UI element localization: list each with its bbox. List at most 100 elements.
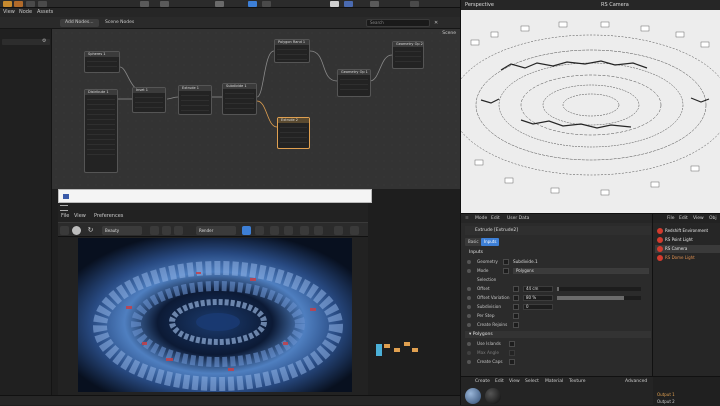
tool-icon[interactable] [344,1,353,7]
viewport-camera[interactable]: RS Camera [601,2,629,8]
render-icon[interactable] [72,226,81,235]
node-spheres[interactable]: Spheres 1 [84,51,120,73]
menu-preferences[interactable]: Preferences [94,213,123,219]
node-distribute[interactable]: Distribute 1 [84,89,118,173]
menu-mode[interactable]: Mode [475,216,487,221]
tool-icon[interactable] [370,1,379,7]
menu-advanced[interactable]: Advanced [625,379,647,384]
offset-variation-input[interactable]: 80 % [523,295,553,301]
node-extrude-1[interactable]: Extrude 1 [178,85,212,115]
node-output[interactable]: Geometry Op 2 [392,41,424,69]
viewport-geometry [461,10,720,213]
node-geometry-op[interactable]: Geometry Op 1 [337,69,371,97]
timeline-key[interactable] [404,342,410,346]
object-item[interactable]: Redshift Environment [655,227,720,235]
tool-icon[interactable] [350,226,359,235]
tool-icon[interactable] [162,226,171,235]
tool-icon[interactable] [270,226,279,235]
tab-inputs[interactable]: Inputs [481,238,500,246]
hamburger-icon[interactable] [60,205,68,211]
app-icon[interactable] [3,1,12,7]
tool-icon[interactable] [314,226,323,235]
light-icon [657,237,663,243]
tool-icon[interactable] [14,1,23,7]
left-panel: ⚙ [0,29,52,405]
tool-icon[interactable] [300,226,309,235]
object-item[interactable]: RS Camera [655,245,720,253]
tool-icon[interactable] [215,1,224,7]
menu-edit[interactable]: Edit [491,216,500,221]
offset-input[interactable]: 44 cm [523,286,553,292]
tool-icon[interactable] [255,226,264,235]
menu-bar: View Node Assets [0,8,460,17]
tab-scene-nodes[interactable]: Scene Nodes [100,19,139,27]
menu-select[interactable]: Select [525,379,539,384]
object-item[interactable]: RS Point Light [655,236,720,244]
node-editor-canvas[interactable]: Scene Spheres 1 Distribute 1 Inset 1 Ext… [52,29,460,189]
menu-view[interactable]: View [3,9,15,15]
menu-material[interactable]: Material [545,379,563,384]
tool-icon[interactable] [410,1,419,7]
section-polygons[interactable]: ▾ Polygons [465,331,651,338]
timeline-key[interactable] [412,348,418,352]
viewport-perspective[interactable]: Perspective RS Camera [460,0,720,213]
menu-create[interactable]: Create [475,379,490,384]
tool-icon[interactable] [284,226,293,235]
tool-icon[interactable] [160,1,169,7]
menu-view[interactable]: View [509,379,520,384]
folder-icon[interactable] [60,226,69,235]
offset-variation-slider[interactable] [557,296,641,300]
settings-icon[interactable]: ⚙ [42,38,46,44]
node-title: Geometry Op 1 [338,70,370,75]
lock-icon[interactable] [242,226,251,235]
menu-obj[interactable]: Obj [709,216,717,221]
tool-icon[interactable] [26,1,35,7]
offset-slider[interactable] [557,287,641,291]
menu-edit[interactable]: Edit [495,379,504,384]
tab-add-nodes[interactable]: Add Nodes... [60,19,99,27]
tool-icon[interactable] [248,1,257,7]
timeline-bar[interactable] [0,395,460,405]
tool-icon[interactable] [330,1,339,7]
node-extrude-2[interactable]: Extrude 2 [277,117,310,149]
tool-icon[interactable] [262,1,271,7]
geometry-value[interactable]: Subdivide.1 [513,258,538,266]
node-polygon-rand[interactable]: Polygon Rand 1 [274,39,310,63]
tool-icon[interactable] [150,226,159,235]
material-node-panel: Output 1 Output 2 [653,377,720,406]
expand-icon[interactable] [334,226,343,235]
node-subdivide[interactable]: Subdivide 1 [222,83,257,115]
mode-dropdown[interactable]: Polygons [513,268,649,274]
timeline-key[interactable] [384,344,390,348]
render-dropdown[interactable]: Render [196,226,236,235]
node-inset[interactable]: Inset 1 [132,87,166,113]
material-preview[interactable] [465,388,481,404]
tool-icon[interactable] [38,1,47,7]
timeline-key[interactable] [394,348,400,352]
menu-user-data[interactable]: User Data [507,216,529,221]
hamburger-icon[interactable]: ≡ [465,216,469,221]
menu-view[interactable]: View [693,216,704,221]
refresh-icon[interactable]: ↻ [86,226,95,235]
close-icon[interactable]: ✕ [434,20,438,26]
tool-icon[interactable] [140,1,149,7]
menu-edit[interactable]: Edit [679,216,688,221]
menu-file[interactable]: File [667,216,675,221]
menu-file[interactable]: File [61,213,69,219]
menu-texture[interactable]: Texture [569,379,585,384]
row-max-angle: Max Angle [465,349,651,357]
node-title: Inset 1 [133,88,165,93]
node-search-input[interactable]: Search [366,19,430,27]
menu-view[interactable]: View [74,213,86,219]
crop-icon[interactable] [174,226,183,235]
timeline-key[interactable] [376,344,382,356]
subdivision-input[interactable]: 0 [523,304,553,310]
output-label[interactable]: Output 2 [657,399,675,404]
tab-basic[interactable]: Basic [465,238,482,246]
material-preview[interactable] [485,388,501,404]
aov-dropdown[interactable]: Beauty [102,226,142,235]
menu-node[interactable]: Node [19,9,32,15]
menu-assets[interactable]: Assets [37,9,53,15]
output-label[interactable]: Output 1 [657,392,675,397]
object-item[interactable]: RS Dome Light [655,254,720,262]
